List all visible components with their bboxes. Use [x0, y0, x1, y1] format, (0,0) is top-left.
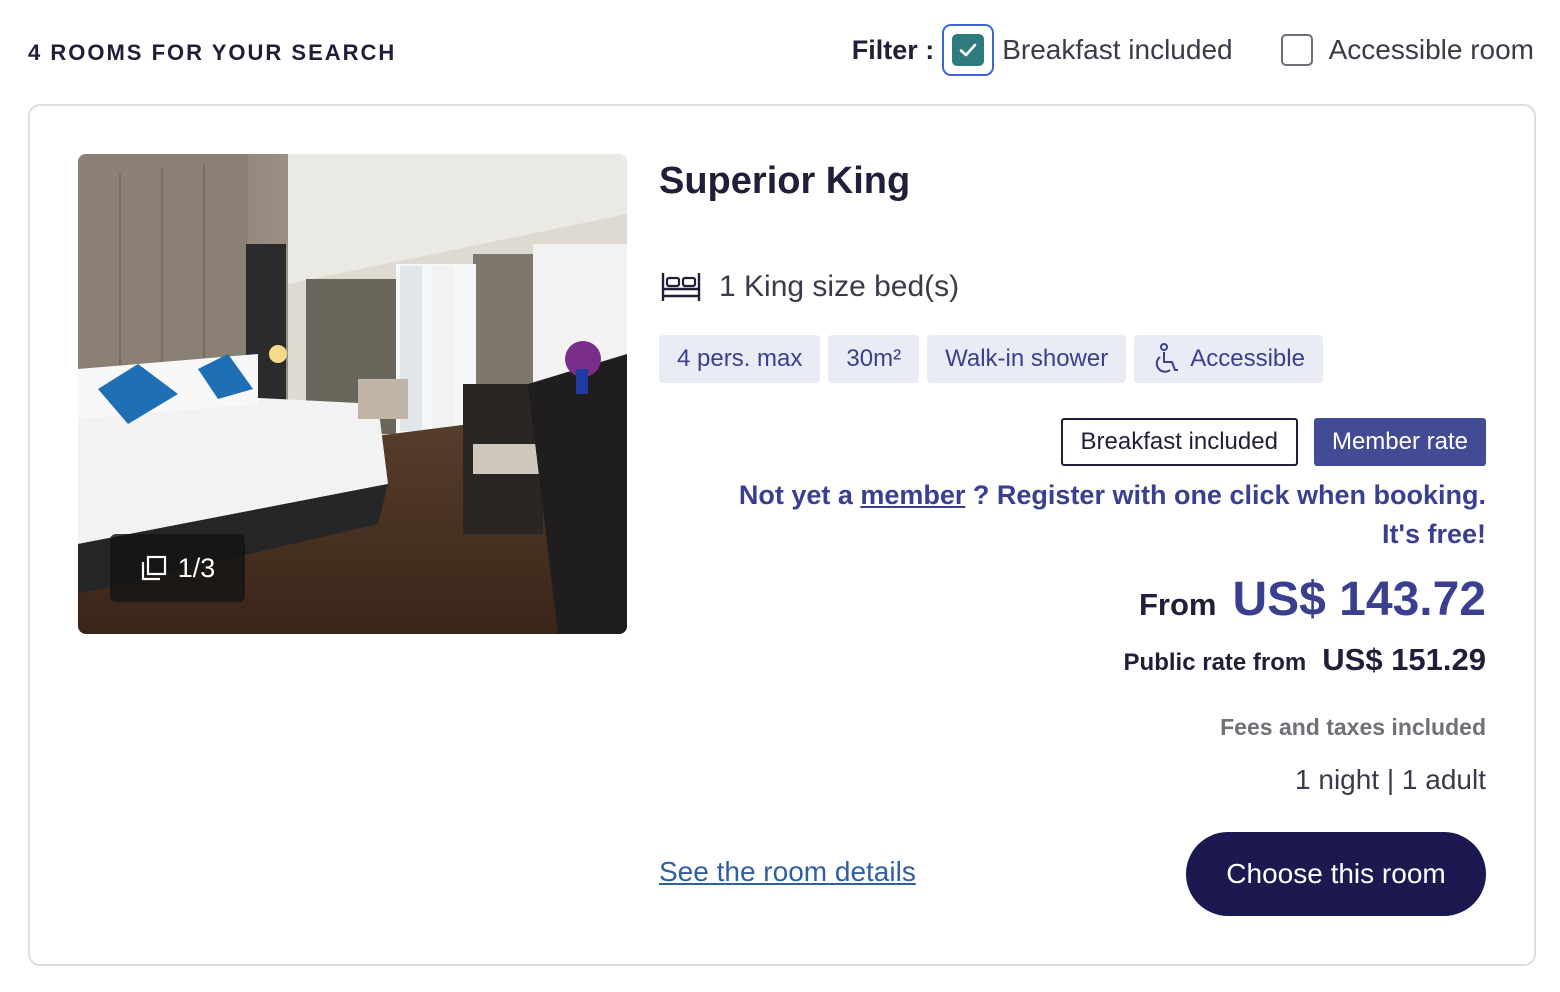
bed-icon	[661, 273, 701, 301]
room-card: 1/3 Superior King 1 King size bed(s) 4 p…	[28, 104, 1536, 966]
accessible-checkbox[interactable]	[1280, 34, 1313, 66]
bed-label: 1 King size bed(s)	[719, 270, 960, 303]
photo-counter[interactable]: 1/3	[110, 534, 245, 602]
price-from-label: From	[1138, 587, 1217, 622]
rate-badges: Breakfast included Member rate	[1060, 418, 1486, 466]
tag-accessible-label: Accessible	[1190, 345, 1305, 372]
breakfast-checkbox[interactable]	[952, 34, 985, 66]
breakfast-checkbox-focus-ring	[942, 24, 995, 76]
public-rate-label: Public rate from	[1123, 649, 1307, 676]
tag-shower: Walk-in shower	[927, 335, 1127, 383]
choose-room-button[interactable]: Choose this room	[1186, 832, 1486, 916]
breakfast-badge: Breakfast included	[1060, 418, 1298, 466]
results-count: 4 ROOMS FOR YOUR SEARCH	[28, 40, 397, 65]
filter-bar: Filter : Breakfast included Accessible r…	[852, 24, 1534, 76]
breakfast-filter-label[interactable]: Breakfast included	[1002, 34, 1232, 66]
tag-capacity: 4 pers. max	[659, 335, 821, 383]
checkmark-icon	[959, 43, 977, 57]
price-from-value: US$ 143.72	[1232, 573, 1486, 626]
filter-accessible-option[interactable]: Accessible room	[1280, 34, 1534, 66]
member-rate-badge: Member rate	[1313, 418, 1486, 466]
tag-size: 30m²	[828, 335, 920, 383]
stay-info: 1 night | 1 adult	[1295, 764, 1486, 795]
member-link[interactable]: member	[860, 480, 965, 510]
member-price: From US$ 143.72	[1139, 572, 1486, 627]
room-title: Superior King	[659, 160, 911, 202]
tag-accessible: Accessible	[1134, 335, 1323, 383]
accessible-filter-label[interactable]: Accessible room	[1329, 34, 1534, 66]
fees-note: Fees and taxes included	[1220, 714, 1486, 740]
public-rate-value: US$ 151.29	[1322, 642, 1486, 677]
filter-label: Filter :	[851, 34, 935, 65]
room-info: Superior King 1 King size bed(s) 4 pers.…	[659, 154, 1487, 383]
member-promo-prefix: Not yet a	[738, 480, 861, 510]
gallery-icon	[141, 555, 166, 581]
filter-breakfast-option[interactable]: Breakfast included	[942, 24, 1233, 76]
bed-info: 1 King size bed(s)	[659, 269, 1487, 305]
room-photo[interactable]: 1/3	[78, 154, 627, 634]
public-rate: Public rate from US$ 151.29	[1124, 642, 1486, 678]
member-promo-suffix: ? Register with one click when booking. …	[965, 480, 1486, 549]
photo-counter-text: 1/3	[177, 552, 216, 583]
wheelchair-icon	[1152, 343, 1180, 375]
room-details-link[interactable]: See the room details	[659, 856, 916, 888]
member-promo: Not yet a member ? Register with one cli…	[706, 476, 1486, 554]
room-tags: 4 pers. max 30m² Walk-in shower Accessib…	[659, 335, 1487, 383]
